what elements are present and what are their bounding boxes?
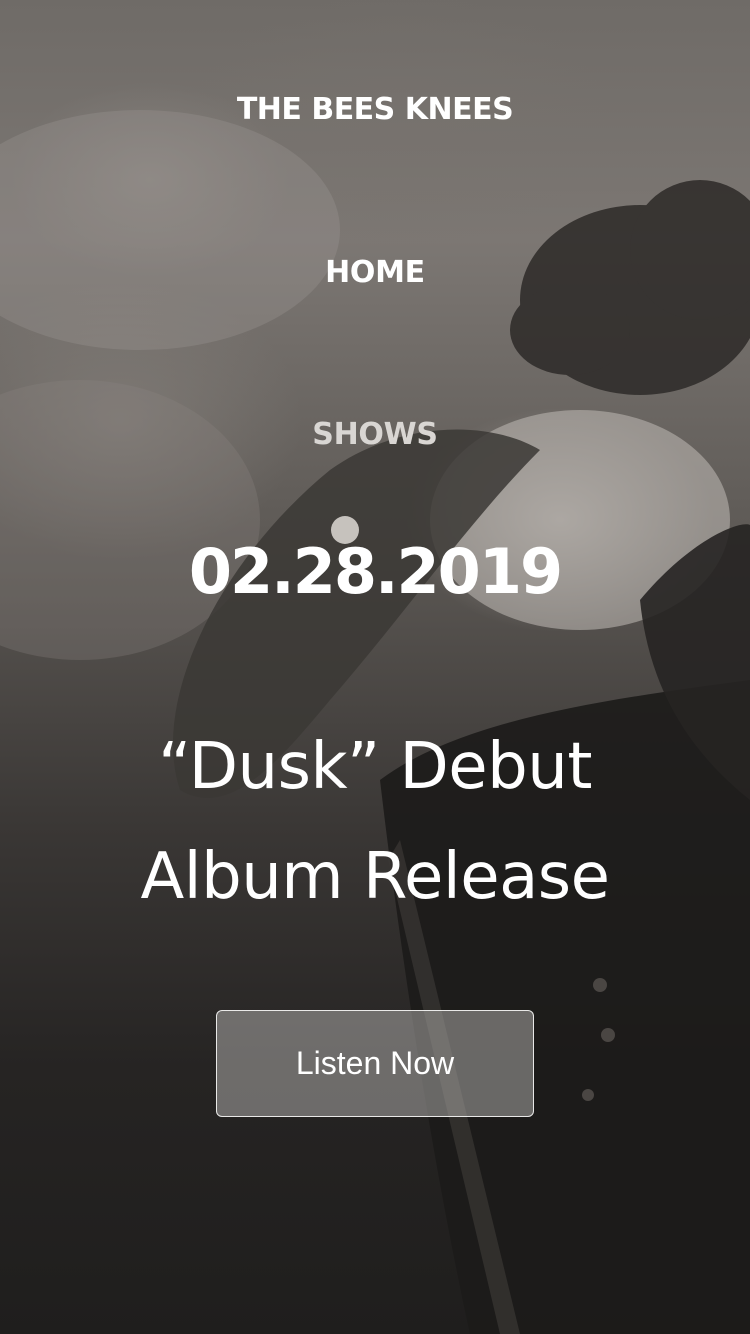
hero-content: THE BEES KNEES HOME SHOWS 02.28.2019 “Du… — [0, 0, 750, 1334]
listen-now-button[interactable]: Listen Now — [216, 1010, 534, 1117]
event-date: 02.28.2019 — [188, 535, 563, 608]
event-title-line-1: “Dusk” Debut — [158, 730, 592, 804]
event-title: “Dusk” Debut Album Release — [60, 712, 690, 932]
nav-item-shows[interactable]: SHOWS — [0, 417, 750, 452]
nav-item-home[interactable]: HOME — [0, 255, 750, 290]
hero-page: THE BEES KNEES HOME SHOWS 02.28.2019 “Du… — [0, 0, 750, 1334]
site-brand-logo[interactable]: THE BEES KNEES — [0, 92, 750, 127]
event-title-line-2: Album Release — [140, 840, 611, 914]
